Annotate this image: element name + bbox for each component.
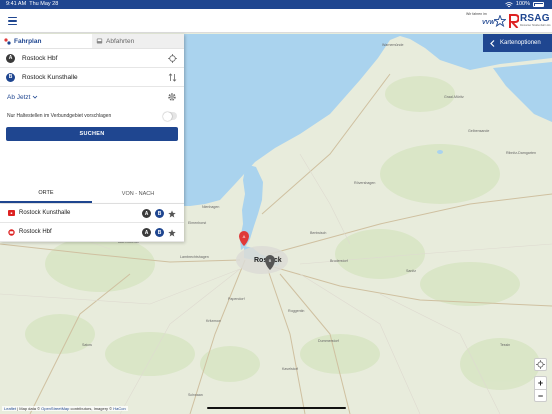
place-schwaan: Schwaan — [188, 393, 203, 397]
place-gelbensande: Gelbensande — [468, 129, 489, 133]
to-marker-icon: B — [6, 72, 15, 82]
vvw-name: VVW — [482, 20, 495, 26]
place-broderstorf: Broderstorf — [330, 259, 348, 263]
trip-planner-panel: Fahrplan Abfahrten A Rostock Hbf B Rosto… — [0, 34, 184, 204]
rsag-mark-icon — [509, 14, 519, 28]
map-attribution: Leaflet | Map data © OpenStreetMap contr… — [2, 406, 128, 411]
planner-tabs: Fahrplan Abfahrten — [0, 34, 184, 49]
place-kavelstorf: Kavelstorf — [282, 367, 298, 371]
rsag-subtitle: Rostocker Straßenbahn AG — [520, 24, 551, 27]
star-icon[interactable] — [168, 228, 176, 237]
bus-icon — [96, 38, 103, 43]
place-graal-mueritz: Graal-Müritz — [444, 95, 464, 99]
wifi-icon — [505, 1, 513, 7]
chevron-left-icon — [490, 39, 495, 47]
leaflet-link[interactable]: Leaflet — [4, 406, 16, 411]
set-destination-button[interactable]: B — [155, 209, 164, 218]
place-warnemuende: Warnemünde — [382, 43, 403, 47]
place-bentwisch: Bentwisch — [310, 231, 326, 235]
set-destination-button[interactable]: B — [155, 228, 164, 237]
vvw-star-icon — [494, 15, 506, 27]
region-filter-toggle[interactable] — [163, 111, 177, 121]
list-item[interactable]: ■ Rostock Kunsthalle A B — [0, 204, 184, 223]
place-nienhagen: Nienhagen — [202, 205, 219, 209]
status-time: 9:41 AM Thu May 28 — [6, 1, 59, 7]
set-origin-button[interactable]: A — [142, 228, 151, 237]
rsag-logo: RSAG Rostocker Straßenbahn AG — [509, 13, 551, 30]
list-item[interactable]: Rostock Hbf A B — [0, 223, 184, 242]
marker-b-label: B — [269, 258, 272, 263]
star-icon[interactable] — [168, 209, 176, 218]
chevron-down-icon — [33, 95, 38, 99]
place-roevershagen: Rövershagen — [354, 181, 375, 185]
place-kritzmow: Kritzmow — [206, 319, 221, 323]
zoom-out-button[interactable]: − — [535, 390, 546, 403]
swap-icon[interactable] — [168, 73, 177, 82]
rsag-name: RSAG — [520, 13, 550, 24]
zoom-control: + − — [534, 376, 547, 402]
battery-icon — [533, 2, 544, 7]
station-name: Rostock Hbf — [19, 229, 52, 235]
attribution-text: | Map data © — [16, 406, 42, 411]
place-lambrechtshagen: Lambrechtshagen — [180, 255, 209, 259]
route-icon — [4, 37, 11, 45]
list-tabs: ORTE VON - NACH — [0, 184, 184, 204]
status-right: 100% — [505, 0, 544, 9]
hacon-link[interactable]: HaCon — [113, 406, 125, 411]
to-field[interactable]: B Rostock Kunsthalle — [0, 68, 184, 87]
locate-me-button[interactable] — [534, 358, 547, 371]
menu-icon[interactable] — [8, 17, 17, 25]
place-papendorf: Papendorf — [228, 297, 245, 301]
map-options-label: Kartenoptionen — [500, 40, 541, 46]
time-label[interactable]: Ab Jetzt — [7, 94, 30, 101]
tram-icon: ■ — [8, 210, 15, 216]
station-list: ■ Rostock Kunsthalle A B Rostock Hbf A B — [0, 204, 184, 242]
place-sanitz: Sanitz — [406, 269, 416, 273]
attribution-text-2: contributors, Imagery © — [69, 406, 114, 411]
station-actions: A B — [142, 209, 176, 218]
tab-von-nach[interactable]: VON - NACH — [92, 184, 184, 203]
tab-abfahrten-label: Abfahrten — [106, 37, 135, 45]
station-name: Rostock Kunsthalle — [19, 210, 71, 216]
place-roggentin: Roggentin — [288, 309, 304, 313]
place-ribnitz-damgarten: Ribnitz-Damgarten — [506, 151, 536, 155]
place-satow: Satow — [82, 343, 92, 347]
tab-fahrplan[interactable]: Fahrplan — [0, 34, 92, 48]
home-indicator[interactable] — [207, 407, 346, 409]
station-actions: A B — [142, 228, 176, 237]
map-options-button[interactable]: Kartenoptionen — [483, 34, 552, 52]
zoom-in-button[interactable]: + — [535, 377, 546, 390]
db-train-icon — [8, 228, 15, 236]
app-header: Wir fahren im VVW RSAG Rostocker Straßen… — [0, 9, 552, 33]
region-filter-row: Nur Haltestellen im Verbundgebiet vorsch… — [0, 107, 184, 125]
status-bar: 9:41 AM Thu May 28 100% — [0, 0, 552, 9]
place-dummerstorf: Dummerstorf — [318, 339, 339, 343]
set-origin-button[interactable]: A — [142, 209, 151, 218]
from-field[interactable]: A Rostock Hbf — [0, 49, 184, 68]
place-elmenhorst: Elmenhorst — [188, 221, 206, 225]
marker-a-label: A — [243, 234, 246, 239]
gear-icon[interactable] — [167, 92, 177, 102]
search-button[interactable]: SUCHEN — [6, 127, 178, 141]
battery-percent: 100% — [515, 1, 530, 7]
vvw-logo: Wir fahren im VVW — [466, 12, 508, 30]
region-filter-label: Nur Haltestellen im Verbundgebiet vorsch… — [7, 113, 112, 119]
time-selector[interactable]: Ab Jetzt — [0, 87, 184, 107]
from-marker-icon: A — [6, 53, 15, 63]
to-value[interactable]: Rostock Kunsthalle — [22, 74, 78, 81]
from-value[interactable]: Rostock Hbf — [22, 55, 57, 62]
place-tessin: Tessin — [500, 343, 510, 347]
crosshair-icon — [536, 360, 545, 369]
osm-link[interactable]: OpenStreetMap — [41, 406, 69, 411]
locate-icon[interactable] — [168, 54, 177, 63]
tab-orte[interactable]: ORTE — [0, 184, 92, 203]
tab-abfahrten[interactable]: Abfahrten — [92, 34, 184, 48]
tab-fahrplan-label: Fahrplan — [14, 37, 42, 45]
